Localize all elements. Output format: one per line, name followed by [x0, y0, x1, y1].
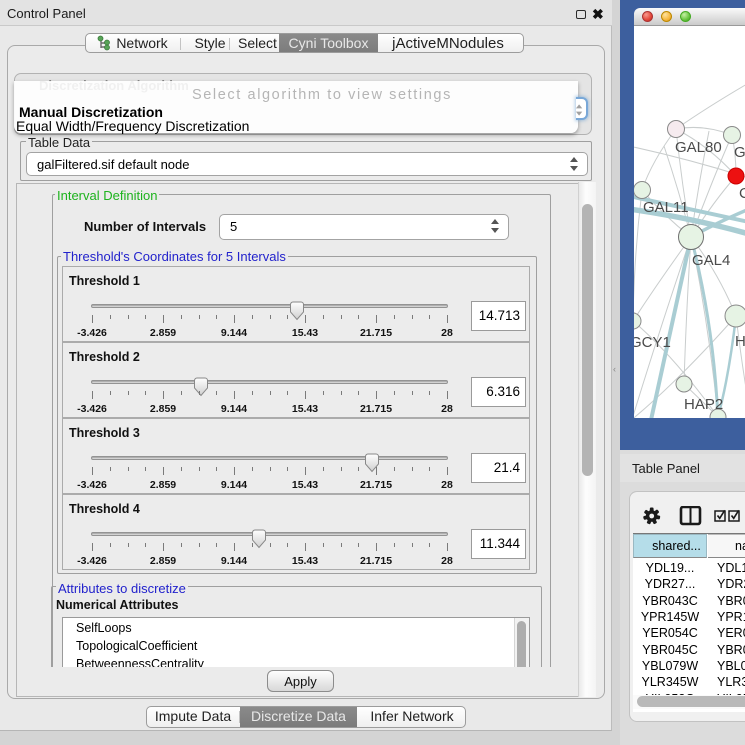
svg-text:GAL80: GAL80 — [675, 139, 722, 156]
svg-text:H: H — [735, 333, 745, 350]
svg-text:HAP2: HAP2 — [684, 396, 723, 413]
svg-text:G: G — [734, 144, 745, 161]
svg-text:GCY1: GCY1 — [634, 334, 671, 351]
svg-text:C: C — [739, 185, 745, 202]
svg-text:GAL4: GAL4 — [692, 252, 730, 269]
svg-text:GAL11: GAL11 — [643, 199, 689, 216]
